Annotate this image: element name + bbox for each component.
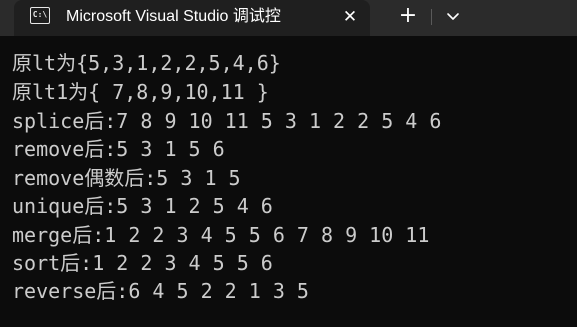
console-output[interactable]: 原lt为{5,3,1,2,2,5,4,6} 原lt1为{ 7,8,9,10,11… xyxy=(0,36,577,327)
console-line: remove偶数后:5 3 1 5 xyxy=(12,166,241,190)
tab-dropdown-button[interactable] xyxy=(440,5,466,29)
terminal-tab[interactable]: C:\ Microsoft Visual Studio 调试控 ✕ xyxy=(14,0,370,36)
console-line: merge后:1 2 2 3 4 5 5 6 7 8 9 10 11 xyxy=(12,223,430,247)
tab-title: Microsoft Visual Studio 调试控 xyxy=(66,8,281,25)
console-line: remove后:5 3 1 5 6 xyxy=(12,137,225,161)
console-icon: C:\ xyxy=(30,7,50,24)
title-bar: C:\ Microsoft Visual Studio 调试控 ✕ + xyxy=(0,0,577,36)
console-line: reverse后:6 4 5 2 2 1 3 5 xyxy=(12,279,309,303)
new-tab-button[interactable]: + xyxy=(394,4,422,28)
console-line: splice后:7 8 9 10 11 5 3 1 2 2 5 4 6 xyxy=(12,109,442,133)
console-line: 原lt1为{ 7,8,9,10,11 } xyxy=(12,80,269,104)
console-line: unique后:5 3 1 2 5 4 6 xyxy=(12,194,273,218)
chevron-down-icon xyxy=(447,13,459,20)
console-line: sort后:1 2 2 3 4 5 5 6 xyxy=(12,251,273,275)
tab-divider xyxy=(431,9,432,25)
console-line: 原lt为{5,3,1,2,2,5,4,6} xyxy=(12,51,281,75)
close-tab-button[interactable]: ✕ xyxy=(340,6,360,28)
